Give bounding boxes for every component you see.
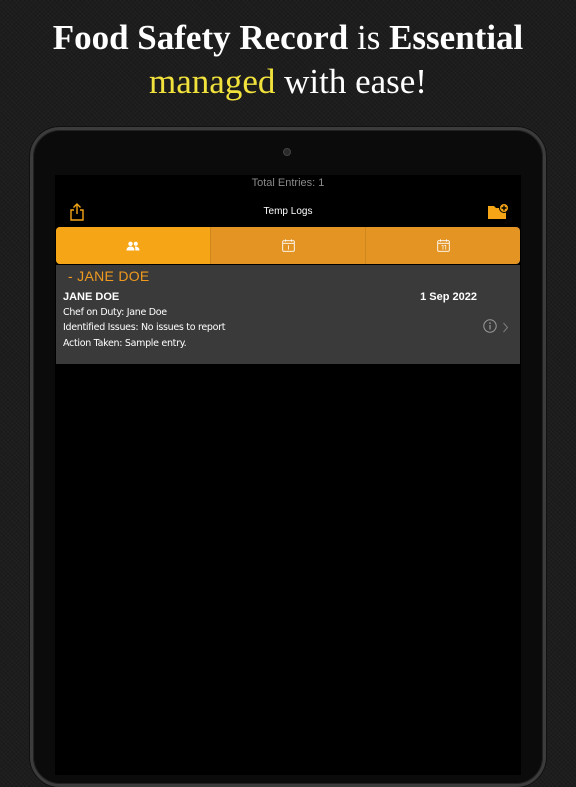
page-title: Temp Logs [263, 206, 313, 217]
tab-calendar-day[interactable] [211, 227, 366, 264]
segmented-tabs [56, 227, 520, 264]
tab-people[interactable] [56, 227, 211, 264]
chevron-right-icon [502, 320, 509, 333]
tab-calendar-month[interactable] [366, 227, 520, 264]
list-item[interactable]: - JANE DOE JANE DOE 1 Sep 2022 Chef on D… [56, 265, 520, 364]
headline-line-1: Food Safety Record is Essential [0, 18, 576, 58]
action-taken: Action Taken: Sample entry. [63, 338, 187, 349]
headline-line-2: managed with ease! [0, 62, 576, 102]
people-icon [126, 241, 140, 250]
headline-bold-a: Food Safety Record [52, 18, 349, 57]
info-icon[interactable] [483, 319, 497, 333]
headline-accent: managed [149, 62, 276, 101]
headline-rest: with ease! [275, 62, 427, 101]
chef-on-duty: Chef on Duty: Jane Doe [63, 307, 167, 318]
record-name: JANE DOE [63, 291, 120, 303]
calendar-icon [436, 239, 450, 252]
record-date: 1 Sep 2022 [420, 291, 477, 303]
add-folder-icon[interactable] [487, 203, 509, 221]
app-screen: Total Entries: 1 Temp Logs - JANE DOE JA… [55, 175, 521, 775]
identified-issues: Identified Issues: No issues to report [63, 322, 226, 333]
headline-connector: is [348, 18, 390, 57]
camera-icon [283, 148, 291, 156]
headline-bold-b: Essential [389, 18, 524, 57]
total-entries-label: Total Entries: 1 [251, 177, 325, 189]
group-header: - JANE DOE [68, 268, 150, 284]
calendar-icon [281, 239, 295, 252]
